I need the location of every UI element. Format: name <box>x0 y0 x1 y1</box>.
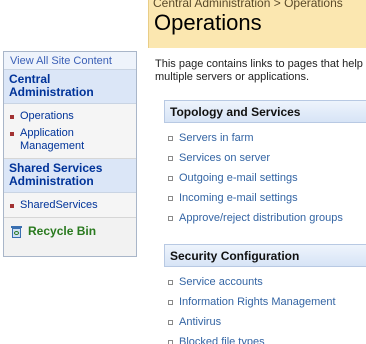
link-service-accounts[interactable]: Service accounts <box>168 272 336 292</box>
section-header-topology: Topology and Services <box>164 100 366 123</box>
link-services-on-server[interactable]: Services on server <box>168 148 343 168</box>
recycle-bin-icon <box>10 225 23 238</box>
bullet-icon <box>10 115 14 119</box>
security-links: Service accounts Information Rights Mana… <box>168 272 336 344</box>
section-header-security: Security Configuration <box>164 244 366 267</box>
page-title-area: Central Administration > Operations Oper… <box>148 0 366 48</box>
nav-item-sharedservices[interactable]: SharedServices <box>4 197 136 214</box>
nav-item-application-management[interactable]: Application Management <box>4 125 136 155</box>
link-antivirus[interactable]: Antivirus <box>168 312 336 332</box>
nav-heading-central-administration[interactable]: Central Administration <box>4 70 136 104</box>
square-bullet-icon <box>168 195 173 201</box>
nav-item-label: Application Management <box>20 127 85 152</box>
link-outgoing-email-settings[interactable]: Outgoing e-mail settings <box>168 168 343 188</box>
square-bullet-icon <box>168 155 173 161</box>
square-bullet-icon <box>168 319 173 325</box>
nav-heading-shared-services[interactable]: Shared Services Administration <box>4 159 136 193</box>
square-bullet-icon <box>168 299 173 305</box>
quick-launch: View All Site Content Central Administra… <box>3 51 137 257</box>
nav-item-label: Operations <box>20 110 74 122</box>
square-bullet-icon <box>168 279 173 285</box>
link-approve-distribution-groups[interactable]: Approve/reject distribution groups <box>168 208 343 228</box>
nav-item-operations[interactable]: Operations <box>4 108 136 125</box>
bullet-icon <box>10 204 14 208</box>
recycle-bin-link[interactable]: Recycle Bin <box>4 218 136 238</box>
square-bullet-icon <box>168 135 173 141</box>
square-bullet-icon <box>168 175 173 181</box>
bullet-icon <box>10 132 14 136</box>
page-title: Operations <box>154 10 262 35</box>
view-all-site-content-link[interactable]: View All Site Content <box>4 52 136 70</box>
nav-list-shared-services: SharedServices <box>4 193 136 218</box>
nav-item-label: SharedServices <box>20 199 98 211</box>
link-incoming-email-settings[interactable]: Incoming e-mail settings <box>168 188 343 208</box>
recycle-bin-label: Recycle Bin <box>28 224 97 238</box>
link-information-rights-management[interactable]: Information Rights Management <box>168 292 336 312</box>
square-bullet-icon <box>168 339 173 344</box>
topology-links: Servers in farm Services on server Outgo… <box>168 128 343 228</box>
link-servers-in-farm[interactable]: Servers in farm <box>168 128 343 148</box>
page-description: This page contains links to pages that h… <box>155 58 366 83</box>
nav-list-central-administration: Operations Application Management <box>4 104 136 159</box>
breadcrumb[interactable]: Central Administration > Operations <box>153 0 343 10</box>
link-blocked-file-types[interactable]: Blocked file types <box>168 332 336 344</box>
square-bullet-icon <box>168 215 173 221</box>
